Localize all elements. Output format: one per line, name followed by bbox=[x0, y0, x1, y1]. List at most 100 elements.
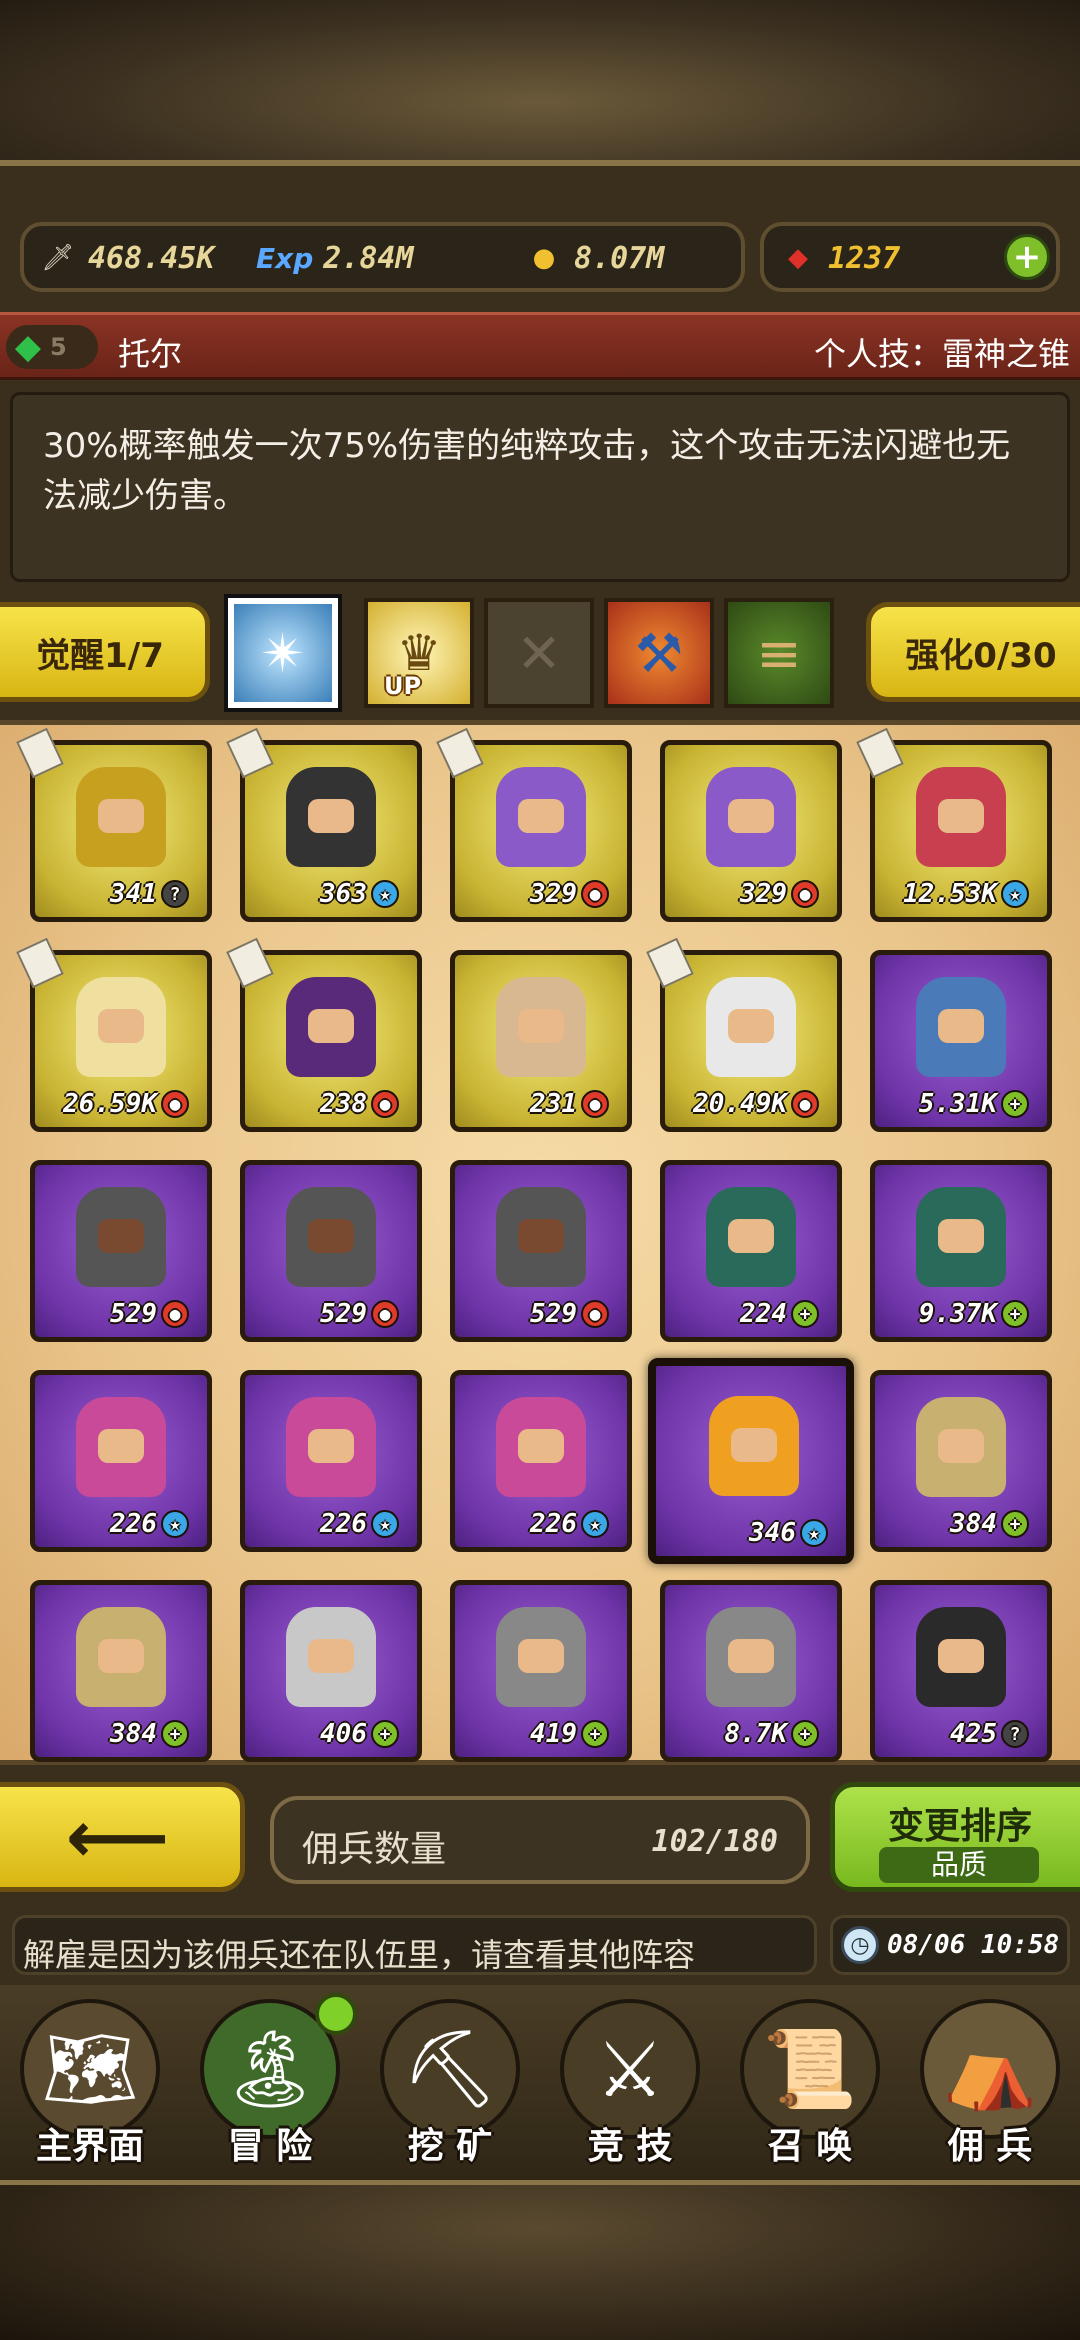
mercenary-face bbox=[518, 1219, 564, 1253]
mercenary-portrait bbox=[916, 977, 1006, 1077]
mercenary-count-box: 佣兵数量 102/180 bbox=[270, 1796, 810, 1884]
mercenary-card[interactable]: 9.37K + bbox=[870, 1160, 1052, 1342]
personal-skill-name: 个人技：雷神之锥 bbox=[813, 335, 1070, 373]
mercenary-power: 384 + bbox=[950, 1509, 1029, 1539]
mercenary-card[interactable]: 226 ★ bbox=[240, 1370, 422, 1552]
nav-label: 挖 矿 bbox=[407, 2126, 493, 2167]
mercenary-face bbox=[308, 1429, 354, 1463]
mercenary-card[interactable]: 224 + bbox=[660, 1160, 842, 1342]
mercenary-card[interactable]: 226 ★ bbox=[450, 1370, 632, 1552]
mercenary-card[interactable]: 329 ● bbox=[436, 727, 632, 922]
exp-value: 2.84M bbox=[323, 240, 414, 276]
mercenary-power-value: 529 bbox=[320, 1299, 367, 1329]
mercenary-power-value: 9.37K bbox=[918, 1299, 997, 1329]
mercenary-power-value: 419 bbox=[530, 1719, 577, 1749]
mercenary-card[interactable]: 341? bbox=[16, 727, 212, 922]
mercenary-power: 406 + bbox=[320, 1719, 399, 1749]
mercenary-card[interactable]: 346 ★ bbox=[648, 1358, 854, 1564]
mercenary-portrait bbox=[76, 1397, 166, 1497]
mercenary-portrait bbox=[76, 1187, 166, 1287]
mercenary-card[interactable]: 26.59K ● bbox=[16, 937, 212, 1132]
mercenary-card[interactable]: 231 ● bbox=[450, 950, 632, 1132]
mercenary-card[interactable]: 12.53K ★ bbox=[856, 727, 1052, 922]
awaken-button[interactable]: 觉醒1/7 bbox=[0, 602, 210, 702]
mercenary-card[interactable]: 406 + bbox=[240, 1580, 422, 1762]
nav-label: 佣 兵 bbox=[947, 2126, 1033, 2167]
blue-rune-icon[interactable]: ✴ bbox=[224, 594, 342, 712]
mercenary-power-value: 329 bbox=[530, 879, 577, 909]
note-tag-icon bbox=[436, 727, 484, 779]
mercenary-face bbox=[518, 1429, 564, 1463]
red-badge-icon: ● bbox=[791, 880, 819, 908]
mercenary-card[interactable]: 529 ● bbox=[30, 1160, 212, 1342]
change-sort-button[interactable]: 变更排序 品质 bbox=[830, 1782, 1080, 1892]
mercenary-power: 419 + bbox=[530, 1719, 609, 1749]
scroll-icon[interactable]: ≡ bbox=[724, 598, 834, 708]
mercenary-portrait bbox=[709, 1396, 799, 1496]
mercenary-portrait bbox=[916, 1607, 1006, 1707]
mercenary-power: 5.31K + bbox=[919, 1089, 1029, 1119]
mercenary-portrait bbox=[76, 767, 166, 867]
mercenary-card[interactable]: 529 ● bbox=[240, 1160, 422, 1342]
mercenary-card[interactable]: 238 ● bbox=[226, 937, 422, 1132]
mercenary-power-value: 226 bbox=[320, 1509, 367, 1539]
mercenary-power: 224 + bbox=[740, 1299, 819, 1329]
gem-resource: ◆ 1237 bbox=[778, 238, 900, 278]
mercenary-portrait bbox=[706, 1607, 796, 1707]
add-gems-button[interactable]: + bbox=[1004, 234, 1050, 280]
ruby-icon: ◆ bbox=[788, 243, 808, 273]
mercenary-face bbox=[308, 1639, 354, 1673]
mercenary-card[interactable]: 5.31K + bbox=[870, 950, 1052, 1132]
back-button[interactable]: ⟵ bbox=[0, 1782, 245, 1892]
empty-x-icon[interactable]: ✕ bbox=[484, 598, 594, 708]
mercenary-card[interactable]: 425? bbox=[870, 1580, 1052, 1762]
mercenary-card[interactable]: 329 ● bbox=[660, 740, 842, 922]
mercenary-card[interactable]: 529 ● bbox=[450, 1160, 632, 1342]
red-badge-icon: ● bbox=[791, 1090, 819, 1118]
mercenary-face bbox=[728, 1639, 774, 1673]
plus-badge-icon: + bbox=[1001, 1300, 1029, 1328]
exp-resource: Exp 2.84M bbox=[256, 238, 414, 278]
mercenary-power-value: 341 bbox=[110, 879, 157, 909]
mercenary-power: 425? bbox=[950, 1719, 1029, 1749]
crown-up-icon[interactable]: ♛ UP bbox=[364, 598, 474, 708]
mercenary-face bbox=[518, 1639, 564, 1673]
mercenary-face bbox=[98, 799, 144, 833]
plus-badge-icon: + bbox=[1001, 1090, 1029, 1118]
nav-item-4[interactable]: 📜 召 唤 bbox=[725, 1985, 895, 2180]
mercenary-face bbox=[518, 799, 564, 833]
back-arrow-icon: ⟵ bbox=[65, 1795, 170, 1879]
nav-item-0[interactable]: 🗺 主界面 bbox=[5, 1985, 175, 2180]
mercenary-count-value: 102/180 bbox=[651, 1824, 778, 1859]
nav-item-5[interactable]: ⛺ 佣 兵 bbox=[905, 1985, 1075, 2180]
nav-label: 主界面 bbox=[35, 2126, 144, 2167]
mercenary-power-value: 5.31K bbox=[918, 1089, 997, 1119]
up-label: UP bbox=[384, 672, 422, 700]
hero-level-badge: ◆ 5 bbox=[6, 325, 98, 369]
sort-title: 变更排序 bbox=[887, 1806, 1032, 1847]
mercenary-power-value: 529 bbox=[110, 1299, 157, 1329]
nav-item-3[interactable]: ⚔ 竞 技 bbox=[545, 1985, 715, 2180]
mercenary-card[interactable]: 384 + bbox=[870, 1370, 1052, 1552]
mercenary-card[interactable]: 8.7K + bbox=[660, 1580, 842, 1762]
mercenary-portrait bbox=[286, 767, 376, 867]
mercenary-power-value: 238 bbox=[320, 1089, 367, 1119]
mercenary-card[interactable]: 226 ★ bbox=[30, 1370, 212, 1552]
red-badge-icon: ● bbox=[371, 1090, 399, 1118]
note-tag-icon bbox=[856, 727, 904, 779]
mercenary-card[interactable]: 384 + bbox=[30, 1580, 212, 1762]
mercenary-power-value: 363 bbox=[320, 879, 367, 909]
bottom-nav: 🗺 主界面 🏝 冒 险 ⛏ 挖 矿 ⚔ 竞 技 📜 召 唤 ⛺ 佣 兵 bbox=[0, 1985, 1080, 2180]
mercenary-portrait bbox=[916, 1187, 1006, 1287]
enhance-button[interactable]: 强化0/30 bbox=[866, 602, 1080, 702]
mercenary-portrait bbox=[286, 977, 376, 1077]
hammer-icon[interactable]: ⚒ bbox=[604, 598, 714, 708]
mercenary-card[interactable]: 20.49K ● bbox=[646, 937, 842, 1132]
mercenary-card[interactable]: 363 ★ bbox=[226, 727, 422, 922]
mercenary-portrait bbox=[76, 977, 166, 1077]
nav-item-2[interactable]: ⛏ 挖 矿 bbox=[365, 1985, 535, 2180]
mercenary-power: 329 ● bbox=[740, 879, 819, 909]
mercenary-card[interactable]: 419 + bbox=[450, 1580, 632, 1762]
star-badge-icon: ★ bbox=[371, 880, 399, 908]
mercenary-face bbox=[728, 1009, 774, 1043]
